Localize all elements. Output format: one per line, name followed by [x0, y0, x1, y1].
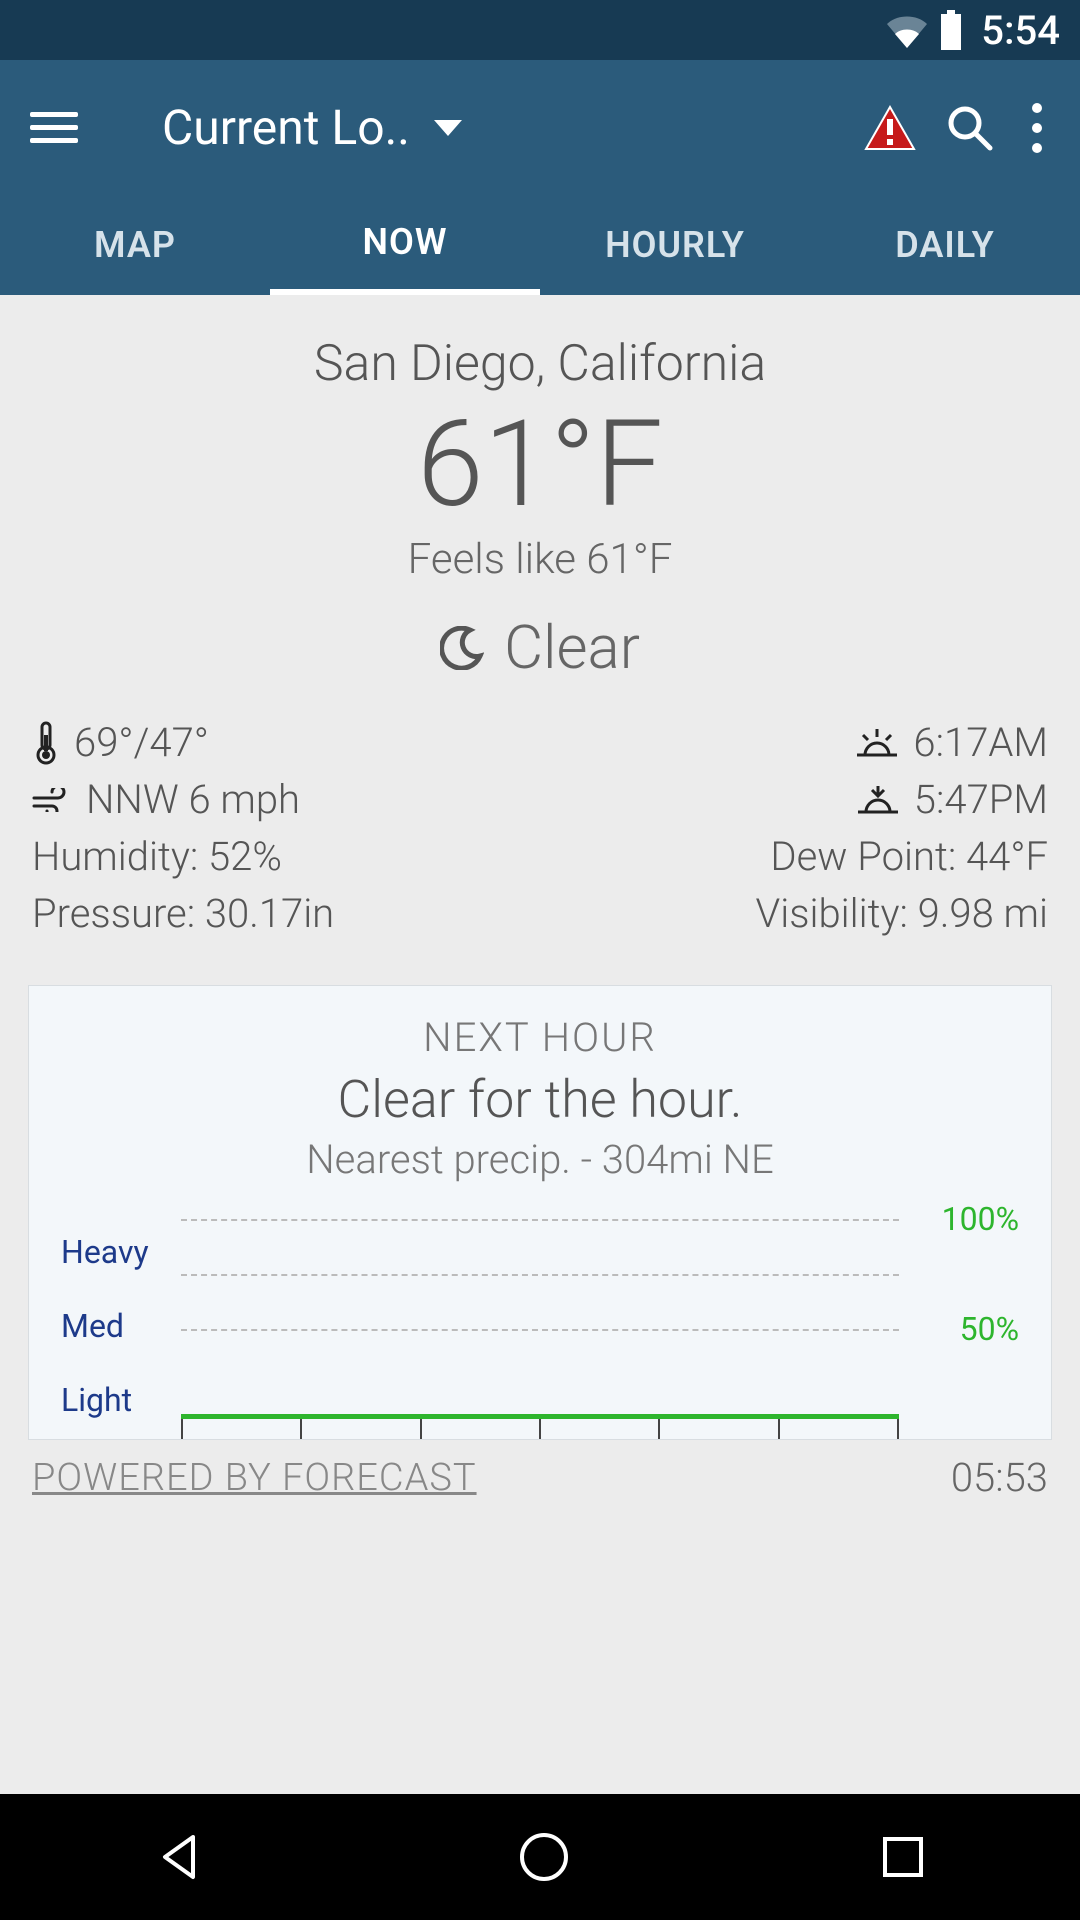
back-button[interactable]: [153, 1829, 209, 1885]
gridline-75: [181, 1274, 899, 1276]
home-button[interactable]: [516, 1829, 572, 1885]
humidity-row: Humidity: 52%: [32, 833, 334, 880]
details-grid: 69°/47° NNW 6 mph Humidity: 52% Pressure…: [28, 719, 1052, 937]
tab-hourly[interactable]: HOURLY: [540, 195, 810, 295]
search-icon[interactable]: [944, 102, 996, 154]
next-hour-subline: Nearest precip. - 304mi NE: [61, 1136, 1019, 1183]
y-right-50: 50%: [960, 1310, 1019, 1348]
powered-by-link[interactable]: POWERED BY FORECAST: [32, 1456, 477, 1500]
sunrise-icon: [855, 727, 899, 759]
alert-icon[interactable]: [864, 105, 916, 151]
chart-y-right: 100% 50%: [899, 1219, 1019, 1439]
location-label: Current Lo..: [162, 99, 410, 156]
clear-night-icon: [440, 626, 484, 670]
location-name: San Diego, California: [28, 335, 1052, 393]
recent-apps-button[interactable]: [879, 1833, 927, 1881]
wind-row: NNW 6 mph: [32, 776, 334, 823]
sunset-row: 5:47PM: [856, 776, 1048, 823]
visibility-value: Visibility: 9.98 mi: [756, 890, 1048, 937]
hi-lo-row: 69°/47°: [32, 719, 334, 766]
feels-like: Feels like 61°F: [28, 535, 1052, 584]
last-updated: 05:53: [951, 1454, 1048, 1501]
dew-point-value: Dew Point: 44°F: [770, 833, 1048, 880]
status-time: 5:54: [981, 7, 1060, 54]
next-hour-headline: Clear for the hour.: [61, 1069, 1019, 1130]
condition-row: Clear: [28, 612, 1052, 683]
menu-icon[interactable]: [30, 104, 78, 152]
sunrise-value: 6:17AM: [913, 719, 1048, 766]
details-left: 69°/47° NNW 6 mph Humidity: 52% Pressure…: [32, 719, 334, 937]
chart-area: [181, 1219, 899, 1439]
next-hour-title: NEXT HOUR: [61, 1014, 1019, 1061]
dew-point-row: Dew Point: 44°F: [770, 833, 1048, 880]
humidity-value: Humidity: 52%: [32, 833, 282, 880]
sunset-icon: [856, 784, 900, 816]
overflow-menu-icon[interactable]: [1024, 103, 1050, 153]
wind-value: NNW 6 mph: [86, 776, 300, 823]
gridline-50: [181, 1329, 899, 1331]
x-ticks: [181, 1419, 899, 1439]
y-label-heavy: Heavy: [61, 1233, 181, 1271]
spacer: [28, 1501, 1052, 1801]
app-bar: Current Lo.. MAP NOW HOURLY DAILY: [0, 60, 1080, 295]
thermometer-icon: [32, 721, 60, 765]
y-label-med: Med: [61, 1307, 181, 1345]
footer-row: POWERED BY FORECAST 05:53: [28, 1454, 1052, 1501]
tab-bar: MAP NOW HOURLY DAILY: [0, 195, 1080, 295]
precip-chart: Heavy Med Light 100% 50%: [61, 1219, 1019, 1439]
sunset-value: 5:47PM: [914, 776, 1048, 823]
current-temperature: 61°F: [28, 399, 1052, 531]
battery-icon: [939, 10, 963, 50]
tab-now[interactable]: NOW: [270, 195, 540, 295]
pressure-value: Pressure: 30.17in: [32, 890, 334, 937]
y-label-light: Light: [61, 1381, 181, 1419]
gridline-100: [181, 1219, 899, 1221]
chevron-down-icon: [434, 120, 462, 136]
android-nav-bar: [0, 1794, 1080, 1920]
pressure-row: Pressure: 30.17in: [32, 890, 334, 937]
hi-lo-value: 69°/47°: [74, 719, 209, 766]
sunrise-row: 6:17AM: [855, 719, 1048, 766]
app-bar-top: Current Lo..: [0, 60, 1080, 195]
details-right: 6:17AM 5:47PM Dew Point: 44°F Visibility…: [756, 719, 1048, 937]
next-hour-card: NEXT HOUR Clear for the hour. Nearest pr…: [28, 985, 1052, 1440]
condition-text: Clear: [504, 612, 640, 683]
wifi-icon: [885, 12, 929, 48]
wind-icon: [32, 788, 72, 812]
chart-y-left: Heavy Med Light: [61, 1219, 181, 1439]
main-content: San Diego, California 61°F Feels like 61…: [0, 295, 1080, 1801]
visibility-row: Visibility: 9.98 mi: [756, 890, 1048, 937]
y-right-100: 100%: [942, 1200, 1019, 1238]
tab-map[interactable]: MAP: [0, 195, 270, 295]
status-bar: 5:54: [0, 0, 1080, 60]
location-dropdown[interactable]: Current Lo..: [106, 99, 836, 156]
tab-daily[interactable]: DAILY: [810, 195, 1080, 295]
